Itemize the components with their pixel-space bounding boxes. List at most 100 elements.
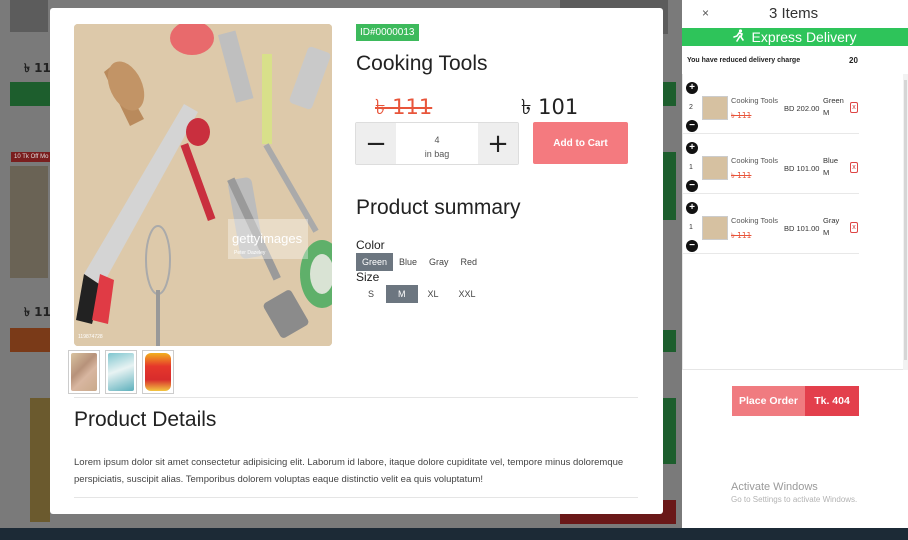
size-option-m[interactable]: M <box>386 285 418 303</box>
place-order-label: Place Order <box>732 386 805 416</box>
size-label: Size <box>356 270 380 284</box>
thumbnail-image <box>108 353 134 391</box>
cart-item: + 2 − Cooking Tools ৳ 111 BD 202.00 Gree… <box>683 74 859 134</box>
product-description: Lorem ipsum dolor sit amet consectetur a… <box>74 457 624 485</box>
background-discount-badge: 10 Tk Off Mo <box>11 152 52 162</box>
cart-scrollbar-thumb[interactable] <box>904 80 907 360</box>
thumbnail-food-jar[interactable] <box>142 350 174 394</box>
cart-item-name: Cooking Tools <box>731 216 778 225</box>
increase-quantity-button[interactable]: + <box>478 123 518 164</box>
cart-item-color: Green <box>823 96 844 105</box>
quantity-unit: in bag <box>424 149 450 159</box>
remove-item-button[interactable]: x <box>850 222 858 233</box>
new-price: ৳ 101 <box>521 95 579 119</box>
minus-icon[interactable]: − <box>686 240 698 252</box>
cart-panel: × 3 Items Express Delivery You have redu… <box>682 0 908 528</box>
cart-item-name: Cooking Tools <box>731 96 778 105</box>
add-to-cart-button[interactable]: Add to Cart <box>533 122 628 164</box>
size-option-xl[interactable]: XL <box>418 285 449 303</box>
cart-item-qty: 1 <box>689 164 693 171</box>
cart-item-price: BD 101.00 <box>784 224 820 233</box>
product-summary-heading: Product summary <box>356 196 521 219</box>
minus-icon[interactable]: − <box>686 120 698 132</box>
cart-item-name: Cooking Tools <box>731 156 778 165</box>
thumbnail-toothbrush-set[interactable] <box>105 350 137 394</box>
minus-icon[interactable]: − <box>686 180 698 192</box>
color-option-blue[interactable]: Blue <box>393 253 423 271</box>
activate-windows-watermark: Activate Windows <box>731 481 818 493</box>
cart-item-image <box>702 216 728 240</box>
color-options: Green Blue Gray Red <box>356 253 483 271</box>
cart-item-price: BD 101.00 <box>784 164 820 173</box>
close-icon[interactable]: × <box>702 6 709 20</box>
cart-item-count: 3 Items <box>769 5 819 22</box>
quantity-stepper: − 4 in bag + <box>355 122 519 165</box>
color-option-gray[interactable]: Gray <box>423 253 455 271</box>
cart-item-variant: Green M <box>823 95 844 119</box>
plus-icon[interactable]: + <box>686 202 698 214</box>
cart-item-color: Blue <box>823 156 839 165</box>
quantity-value: 4 <box>434 135 440 145</box>
plus-icon[interactable]: + <box>686 142 698 154</box>
color-option-green[interactable]: Green <box>356 253 394 271</box>
thumbnail-kitchen-tools[interactable] <box>68 350 100 394</box>
thumbnail-image <box>145 353 171 391</box>
express-delivery-banner: Express Delivery <box>682 28 908 46</box>
cart-item: + 1 − Cooking Tools ৳ 111 BD 101.00 Blue… <box>683 134 859 194</box>
image-code: 119874728 <box>78 334 103 340</box>
remove-item-button[interactable]: x <box>850 102 858 113</box>
cart-item-size: M <box>823 108 830 117</box>
cart-item-old-price: ৳ 111 <box>731 171 752 180</box>
background-product-image <box>10 166 48 278</box>
order-total: Tk. 404 <box>805 386 859 416</box>
product-modal: gettyimages Peter Dazeley 119874728 ID#0… <box>50 8 663 514</box>
product-details-heading: Product Details <box>74 408 217 431</box>
background-price: ৳ 11 <box>24 305 51 319</box>
delivery-charge-value: 20 <box>849 56 858 65</box>
background-product-image <box>30 398 50 522</box>
divider <box>74 497 638 498</box>
color-option-red[interactable]: Red <box>455 253 484 271</box>
remove-item-button[interactable]: x <box>850 162 858 173</box>
old-price: ৳ 111 <box>375 95 433 119</box>
thumbnail-strip <box>68 350 174 394</box>
divider <box>74 397 638 398</box>
cart-item-old-price: ৳ 111 <box>731 111 752 120</box>
size-options: S M XL XXL <box>356 285 486 303</box>
cart-item-list: + 2 − Cooking Tools ৳ 111 BD 202.00 Gree… <box>682 74 904 370</box>
color-label: Color <box>356 238 385 252</box>
size-option-xxl[interactable]: XXL <box>449 285 486 303</box>
quantity-display: 4 in bag <box>396 123 478 164</box>
taskbar <box>0 528 908 540</box>
cart-item-size: M <box>823 228 830 237</box>
product-id-badge: ID#0000013 <box>356 24 419 41</box>
cart-item-variant: Gray M <box>823 215 839 239</box>
cart-item-color: Gray <box>823 216 840 225</box>
cart-item-image <box>702 96 728 120</box>
background-product-tile <box>10 0 48 32</box>
product-main-image: gettyimages Peter Dazeley 119874728 <box>74 24 332 346</box>
cart-item-size: M <box>823 168 830 177</box>
background-cart-button <box>10 328 50 352</box>
decrease-quantity-button[interactable]: − <box>356 123 396 164</box>
cart-item-image <box>702 156 728 180</box>
image-watermark: gettyimages <box>232 231 303 246</box>
kitchen-tools-photo: gettyimages Peter Dazeley 119874728 <box>74 24 332 346</box>
cart-item-variant: Blue M <box>823 155 838 179</box>
cart-item-qty: 1 <box>689 224 693 231</box>
image-watermark-credit: Peter Dazeley <box>234 250 266 256</box>
plus-icon[interactable]: + <box>686 82 698 94</box>
activate-windows-subtext: Go to Settings to activate Windows. <box>731 495 858 504</box>
cart-item: + 1 − Cooking Tools ৳ 111 BD 101.00 Gray… <box>683 194 859 254</box>
cart-item-price: BD 202.00 <box>784 104 820 113</box>
size-option-s[interactable]: S <box>356 285 386 303</box>
cart-item-qty: 2 <box>689 104 693 111</box>
product-title: Cooking Tools <box>356 52 488 75</box>
cart-item-old-price: ৳ 111 <box>731 231 752 240</box>
background-product-side <box>662 152 676 220</box>
background-cart-button <box>10 82 50 106</box>
place-order-button[interactable]: Place Order Tk. 404 <box>732 386 859 416</box>
thumbnail-image <box>71 353 97 391</box>
running-person-icon <box>733 28 745 46</box>
delivery-charge-note: You have reduced delivery charge <box>687 57 801 64</box>
